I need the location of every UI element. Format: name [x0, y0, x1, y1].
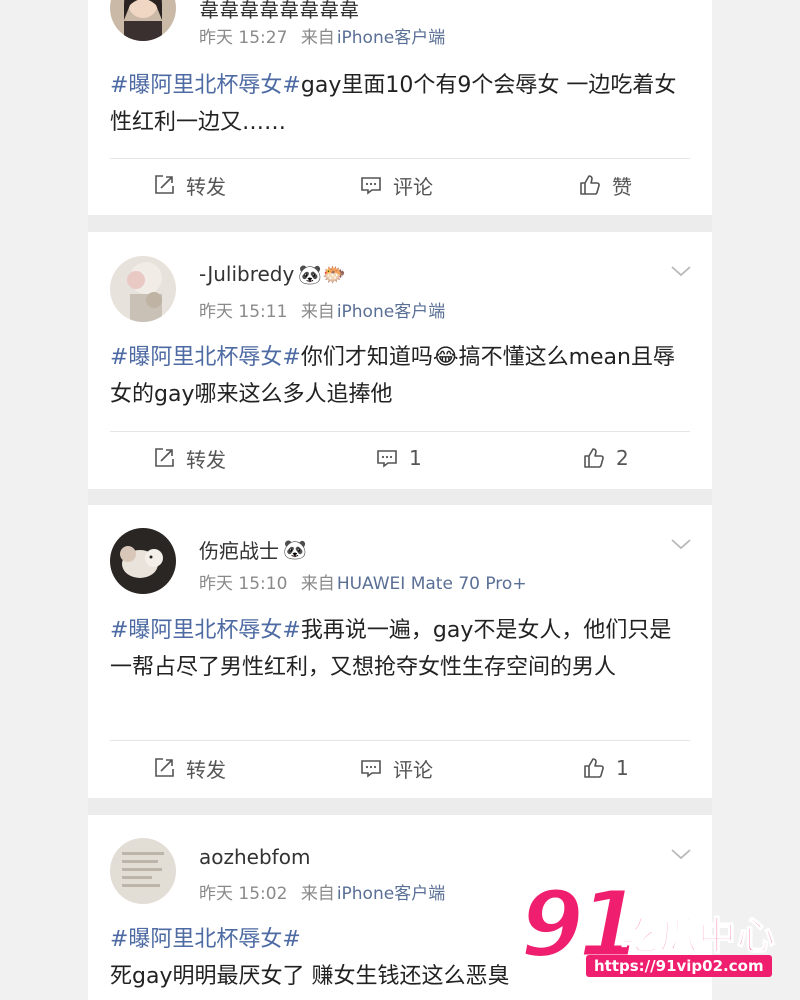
post-card[interactable]: 韋韋韋韋韋韋韋韋 昨天 15:27 来自 iPhone客户端 #曝阿里北杯辱女#g…: [88, 0, 712, 215]
avatar[interactable]: [110, 256, 176, 322]
post-meta: 昨天 15:10 来自 HUAWEI Mate 70 Pro+: [199, 569, 527, 594]
username-emoji: 🐼: [283, 539, 307, 561]
avatar[interactable]: [110, 838, 176, 904]
comment-count: 1: [409, 446, 422, 470]
post-actions: 转发 评论 赞: [88, 170, 712, 200]
comment-button[interactable]: 评论: [359, 753, 433, 783]
post-hashtag[interactable]: #曝阿里北杯辱女#: [110, 73, 301, 98]
thumbs-up-icon: [584, 448, 604, 468]
username-text[interactable]: -Julibredy: [199, 262, 294, 286]
post-username[interactable]: 伤疤战士 🐼: [199, 535, 307, 564]
action-divider: [110, 431, 690, 432]
like-button[interactable]: 1: [582, 753, 629, 783]
thumbs-up-icon: [580, 175, 600, 195]
post-time: 昨天 15:10: [199, 574, 288, 594]
like-label: 赞: [612, 174, 632, 199]
post-body: #曝阿里北杯辱女#gay里面10个有9个会辱女 一边吃着女性红利一边又……: [110, 67, 690, 141]
like-button[interactable]: 2: [582, 443, 629, 473]
watermark-url: https://91vip02.com: [586, 955, 772, 977]
post-card[interactable]: 伤疤战士 🐼 昨天 15:10 来自 HUAWEI Mate 70 Pro+ #曝…: [88, 505, 712, 798]
repost-button[interactable]: 转发: [152, 753, 226, 783]
post-hashtag[interactable]: #曝阿里北杯辱女#: [110, 927, 301, 952]
feed-column: 韋韋韋韋韋韋韋韋 昨天 15:27 来自 iPhone客户端 #曝阿里北杯辱女#g…: [88, 0, 712, 1000]
avatar-photo: [110, 528, 176, 594]
post-time: 昨天 15:11: [199, 302, 288, 322]
post-source: HUAWEI Mate 70 Pro+: [336, 574, 527, 594]
username-text[interactable]: aozhebfom: [199, 845, 310, 869]
post-time: 昨天 15:27: [199, 28, 288, 48]
avatar-photo: [110, 838, 176, 904]
post-from: 来自: [300, 884, 335, 904]
post-from: 来自: [300, 302, 335, 322]
repost-label: 转发: [186, 757, 226, 782]
comment-icon: [377, 450, 397, 468]
repost-label: 转发: [186, 174, 226, 199]
action-divider: [110, 158, 690, 159]
chevron-down-icon[interactable]: [670, 847, 692, 861]
thumbs-up-icon: [584, 758, 604, 778]
post-username[interactable]: 韋韋韋韋韋韋韋韋: [199, 0, 359, 23]
share-edit-icon: [155, 175, 174, 194]
repost-label: 转发: [186, 447, 226, 472]
post-time: 昨天 15:02: [199, 884, 288, 904]
avatar-photo: [110, 0, 176, 41]
post-source: iPhone客户端: [336, 884, 446, 904]
post-from: 来自: [300, 574, 335, 594]
comment-label: 评论: [393, 174, 433, 199]
action-divider: [110, 740, 690, 741]
chevron-down-icon[interactable]: [670, 264, 692, 278]
comment-icon: [361, 177, 381, 195]
post-actions: 转发 评论 1: [88, 753, 712, 783]
like-count: 2: [616, 446, 629, 470]
username-emoji: 🐼🐡: [298, 263, 346, 286]
post-meta: 昨天 15:27 来自 iPhone客户端: [199, 23, 445, 48]
share-edit-icon: [155, 448, 174, 467]
username-text[interactable]: 伤疤战士: [199, 535, 279, 564]
post-hashtag[interactable]: #曝阿里北杯辱女#: [110, 618, 301, 643]
post-body: #曝阿里北杯辱女#你们才知道吗😂搞不懂这么mean且辱女的gay哪来这么多人追捧…: [110, 339, 690, 413]
username-text[interactable]: 韋韋韋韋韋韋韋韋: [199, 0, 359, 23]
post-hashtag[interactable]: #曝阿里北杯辱女#: [110, 345, 301, 370]
avatar-photo: [110, 256, 176, 322]
avatar[interactable]: [110, 0, 176, 41]
share-edit-icon: [155, 758, 174, 777]
like-count: 1: [616, 756, 629, 780]
comment-button[interactable]: 评论: [359, 170, 433, 200]
post-source: iPhone客户端: [336, 28, 446, 48]
post-from: 来自: [300, 28, 335, 48]
post-meta: 昨天 15:02 来自 iPhone客户端: [199, 879, 445, 904]
post-card[interactable]: -Julibredy 🐼🐡 昨天 15:11 来自 iPhone客户端 #曝阿里北…: [88, 232, 712, 489]
comment-icon: [361, 760, 381, 778]
post-body: #曝阿里北杯辱女#我再说一遍，gay不是女人，他们只是一帮占尽了男性红利，又想抢…: [110, 612, 690, 686]
chevron-down-icon[interactable]: [670, 537, 692, 551]
comment-label: 评论: [393, 757, 433, 782]
post-source: iPhone客户端: [336, 302, 446, 322]
like-button[interactable]: 赞: [578, 170, 632, 200]
repost-button[interactable]: 转发: [152, 443, 226, 473]
post-username[interactable]: aozhebfom: [199, 845, 310, 869]
watermark-name: 吃瓜中心: [619, 913, 777, 959]
avatar[interactable]: [110, 528, 176, 594]
post-actions: 转发 1 2: [88, 443, 712, 473]
watermark-logo: 91 吃瓜中心 https://91vip02.com: [518, 873, 795, 995]
post-username[interactable]: -Julibredy 🐼🐡: [199, 262, 346, 286]
comment-button[interactable]: 1: [375, 443, 422, 473]
post-text: 死gay明明最厌女了 赚女生钱还这么恶臭: [110, 964, 510, 989]
post-meta: 昨天 15:11 来自 iPhone客户端: [199, 297, 445, 322]
repost-button[interactable]: 转发: [152, 170, 226, 200]
